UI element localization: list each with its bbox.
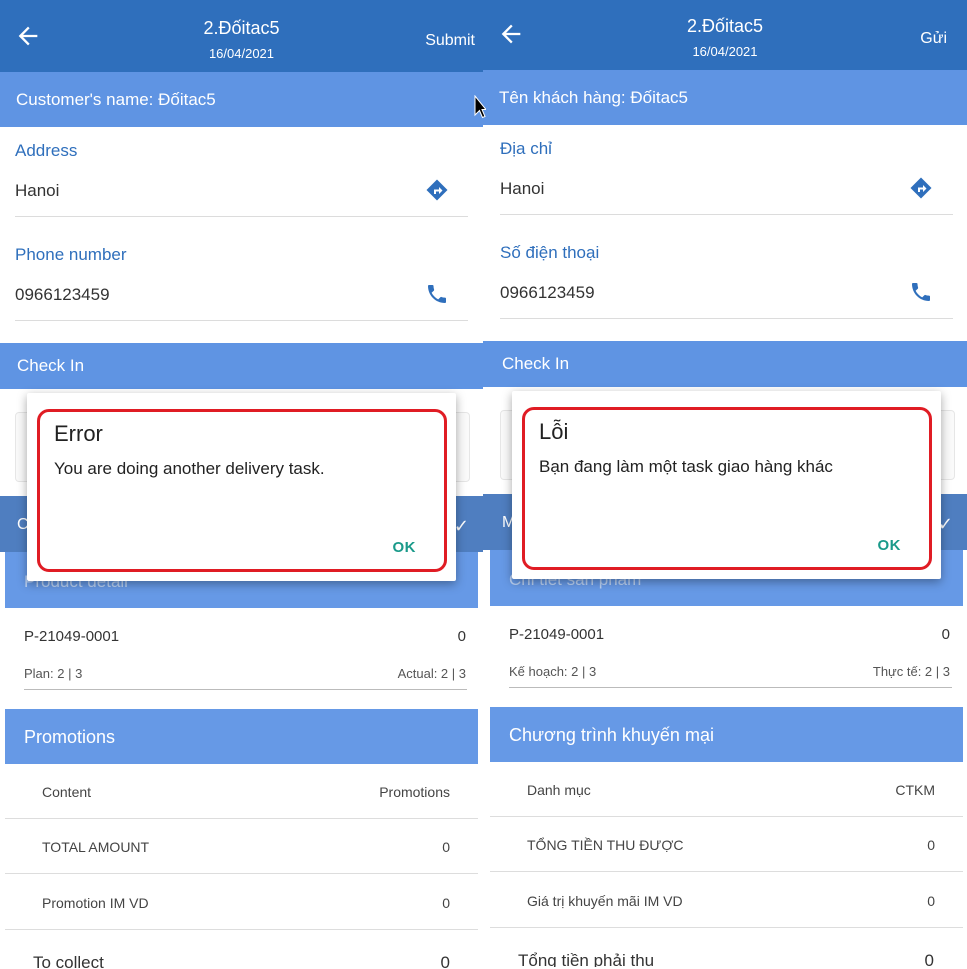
promotions-header-row: Content Promotions [5,764,478,819]
product-code: P-21049-0001 [24,628,120,645]
phone-icon[interactable] [909,280,933,304]
row-value: 0 [442,839,450,855]
product-code-value: 0 [941,626,950,643]
promotions-banner: Promotions [5,709,478,764]
app-header: 2.Đốitac5 16/04/2021 Gửi [483,0,967,70]
product-code: P-21049-0001 [509,626,605,643]
directions-icon[interactable] [425,178,449,202]
product-divider [509,687,952,688]
row-label: TỔNG TIỀN THU ĐƯỢC [527,837,684,853]
error-dialog: Error You are doing another delivery tas… [27,393,456,581]
english-screen: 2.Đốitac5 16/04/2021 Submit Customer's n… [0,0,483,969]
page-date: 16/04/2021 [692,44,758,59]
row-value: 0 [927,893,935,909]
phone-icon[interactable] [425,282,449,306]
plan-quantity: Kế hoạch: 2 | 3 [509,664,597,679]
vietnamese-screen: 2.Đốitac5 16/04/2021 Gửi Tên khách hàng:… [483,0,967,967]
page-date: 16/04/2021 [208,46,275,61]
to-collect-value: 0 [924,951,934,967]
address-label: Address [15,141,78,160]
app-header: 2.Đốitac5 16/04/2021 Submit [0,0,483,72]
phone-label: Số điện thoại [500,243,600,262]
checkin-banner[interactable]: Check In [0,343,483,389]
table-row: TỔNG TIỀN THU ĐƯỢC 0 [490,817,963,872]
highlight-box [522,407,932,570]
row-label: TOTAL AMOUNT [42,839,150,855]
phone-divider [15,320,468,321]
promotions-header-content: Content [42,784,92,800]
submit-button[interactable]: Gửi [920,29,947,49]
promotions-header-promotions: CTKM [895,782,935,798]
promotions-header-content: Danh mục [527,782,591,798]
to-collect-value: 0 [440,953,450,969]
table-row: TOTAL AMOUNT 0 [5,819,478,874]
page-title: 2.Đốitac5 [203,18,280,38]
table-row: Promotion IM VD 0 [5,875,478,930]
actual-quantity: Actual: 2 | 3 [397,666,466,681]
phone-value: 0966123459 [15,285,110,304]
page-title: 2.Đốitac5 [686,16,764,36]
mouse-cursor-icon [474,95,486,119]
to-collect-label: To collect [33,953,104,969]
address-value: Hanoi [500,179,545,198]
promotions-banner: Chương trình khuyến mại [490,707,963,762]
phone-value: 0966123459 [500,283,595,302]
checkin-banner[interactable]: Check In [483,341,967,387]
row-value: 0 [927,837,935,853]
customer-name-banner: Customer's name: Đốitac5 [0,72,483,127]
row-label: Promotion IM VD [42,895,149,911]
address-divider [15,216,468,217]
promotions-header-row: Danh mục CTKM [490,762,963,817]
to-collect-label: Tổng tiền phải thu [518,951,655,967]
submit-button[interactable]: Submit [425,31,475,51]
phone-divider [500,318,953,319]
product-divider [24,689,467,690]
address-divider [500,214,953,215]
plan-quantity: Plan: 2 | 3 [24,666,83,681]
row-label: Giá trị khuyến mãi IM VD [527,893,683,909]
address-label: Địa chỉ [500,139,552,158]
actual-quantity: Thực tế: 2 | 3 [872,664,950,679]
check-icon: ✓ [453,516,469,536]
phone-label: Phone number [15,245,127,264]
row-value: 0 [442,895,450,911]
directions-icon[interactable] [909,176,933,200]
promotions-header-promotions: Promotions [379,784,450,800]
highlight-box [37,409,447,572]
error-dialog: Lỗi Bạn đang làm một task giao hàng khác… [512,391,941,579]
customer-name-banner: Tên khách hàng: Đốitac5 [483,70,967,125]
product-code-value: 0 [457,628,466,645]
address-value: Hanoi [15,181,60,200]
table-row: Giá trị khuyến mãi IM VD 0 [490,873,963,928]
